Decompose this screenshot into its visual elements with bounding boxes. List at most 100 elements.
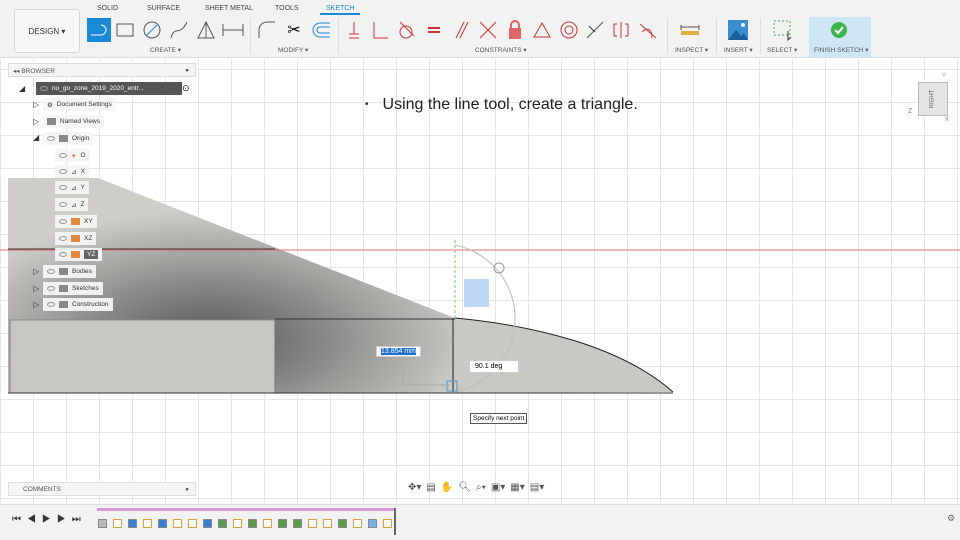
play-icon[interactable]: ▶: [42, 514, 57, 525]
eye-icon[interactable]: [59, 153, 67, 158]
origin-axis-x[interactable]: ⊿ X: [55, 165, 89, 178]
grid-icon[interactable]: ▦▾: [510, 482, 524, 493]
display-settings-icon[interactable]: ▣▾: [491, 482, 505, 493]
folder-icon: [59, 135, 68, 142]
timeline-fillet-icon[interactable]: [218, 519, 227, 528]
origin-plane-xy[interactable]: XY: [55, 215, 97, 228]
expand-icon[interactable]: ▷: [33, 117, 39, 126]
viewports-icon[interactable]: ▤▾: [530, 482, 544, 493]
add-comment-icon[interactable]: ●: [185, 486, 189, 493]
axis-y-label: Y: [942, 73, 947, 79]
origin-axis-y[interactable]: ⊿ Y: [55, 181, 89, 194]
browser-root-node[interactable]: no_go_zone_2019_2020_entr...: [36, 82, 182, 95]
comments-panel[interactable]: COMMENTS ●: [8, 482, 196, 496]
folder-icon: [59, 301, 68, 308]
eye-icon[interactable]: [59, 185, 67, 190]
folder-icon: [59, 285, 68, 292]
browser-item-sketches[interactable]: Sketches: [43, 282, 103, 295]
activate-radio-icon[interactable]: ⊙: [182, 83, 190, 94]
timeline-sketch-icon[interactable]: [113, 519, 122, 528]
eye-icon[interactable]: [47, 136, 55, 141]
plane-icon: [71, 218, 80, 225]
browser-item-bodies[interactable]: Bodies: [43, 265, 96, 278]
look-at-icon[interactable]: ▤: [426, 482, 435, 493]
expand-root-icon[interactable]: ◢: [19, 84, 25, 93]
expand-icon[interactable]: ▷: [33, 300, 39, 309]
browser-item-named-views[interactable]: Named Views: [43, 115, 104, 128]
timeline-sketch-icon[interactable]: [353, 519, 362, 528]
navigation-bar: ✥▾ ▤ ✋ 🔍︎ ⌕▾ ▣▾ ▦▾ ▤▾: [408, 482, 544, 493]
eye-icon[interactable]: [40, 86, 48, 91]
viewcube-face-right[interactable]: RIGHT: [929, 90, 935, 109]
origin-point-icon: ✦: [71, 152, 77, 160]
timeline-body-icon[interactable]: [98, 519, 107, 528]
timeline-settings-icon[interactable]: ⚙: [947, 513, 955, 524]
go-to-end-icon[interactable]: ⏭: [72, 514, 87, 525]
folder-icon: [59, 268, 68, 275]
eye-icon[interactable]: [47, 286, 55, 291]
timeline-sketch-icon[interactable]: [263, 519, 272, 528]
slide-bullet: • Using the line tool, create a triangle.: [365, 96, 638, 113]
browser-item-origin[interactable]: Origin: [43, 132, 94, 145]
browser-item-document-settings[interactable]: ⚙ Document Settings: [43, 98, 116, 111]
step-back-icon[interactable]: ◀: [27, 514, 42, 525]
plane-icon: [71, 251, 80, 258]
timeline-range-bar: [97, 508, 395, 511]
timeline-sketch-icon[interactable]: [383, 519, 392, 528]
expand-icon[interactable]: ▷: [33, 267, 39, 276]
expand-icon[interactable]: ▷: [33, 284, 39, 293]
browser-title: BROWSER: [21, 68, 55, 75]
comments-title: COMMENTS: [23, 486, 61, 493]
folder-icon: [47, 118, 56, 125]
origin-axis-z[interactable]: ⊿ Z: [55, 198, 89, 211]
origin-plane-yz[interactable]: YZ: [55, 248, 103, 261]
timeline-fillet-icon[interactable]: [248, 519, 257, 528]
timeline-extrude-icon[interactable]: [203, 519, 212, 528]
browser-panel-header[interactable]: ◂◂ BROWSER ●: [8, 63, 196, 77]
zoom-icon[interactable]: 🔍︎: [458, 482, 471, 493]
timeline-sketch-icon[interactable]: [323, 519, 332, 528]
eye-icon[interactable]: [59, 202, 67, 207]
timeline-sketch-icon[interactable]: [233, 519, 242, 528]
eye-icon[interactable]: [59, 169, 67, 174]
axis-icon: ⊿: [71, 168, 77, 176]
axis-icon: ⊿: [71, 201, 77, 209]
timeline: ⏮◀▶▶⏭: [0, 504, 960, 540]
eye-icon[interactable]: [47, 302, 55, 307]
pin-icon[interactable]: ●: [185, 67, 189, 74]
tooltip: Specify next point: [470, 413, 528, 424]
timeline-sketch-icon[interactable]: [188, 519, 197, 528]
fit-icon[interactable]: ⌕▾: [476, 482, 486, 493]
expand-icon[interactable]: ▷: [33, 100, 39, 109]
step-forward-icon[interactable]: ▶: [57, 514, 72, 525]
eye-icon[interactable]: [47, 269, 55, 274]
timeline-fillet-icon[interactable]: [338, 519, 347, 528]
go-to-start-icon[interactable]: ⏮: [12, 514, 27, 525]
collapse-origin-icon[interactable]: ◢: [33, 133, 39, 142]
timeline-sketch-icon[interactable]: [173, 519, 182, 528]
plane-icon: [71, 235, 80, 242]
angle-input[interactable]: 90.1 deg: [469, 360, 519, 373]
axis-x-label: X: [945, 117, 950, 123]
timeline-sketch-icon[interactable]: [143, 519, 152, 528]
eye-icon[interactable]: [59, 219, 67, 224]
model-geometry: [0, 178, 960, 394]
viewcube[interactable]: RIGHT: [918, 82, 948, 116]
timeline-extrude-icon[interactable]: [128, 519, 137, 528]
eye-icon[interactable]: [59, 252, 67, 257]
origin-plane-xz[interactable]: XZ: [55, 232, 97, 245]
pan-icon[interactable]: ✋: [441, 482, 453, 493]
axis-z-label: Z: [908, 108, 913, 115]
origin-point-o[interactable]: ✦ O: [55, 149, 90, 162]
timeline-shell-icon[interactable]: [368, 519, 377, 528]
timeline-features: [98, 515, 398, 533]
timeline-fillet-icon[interactable]: [293, 519, 302, 528]
length-input[interactable]: 13.854 mm: [376, 346, 422, 357]
browser-item-construction[interactable]: Construction: [43, 298, 113, 311]
timeline-fillet-icon[interactable]: [278, 519, 287, 528]
timeline-extrude-icon[interactable]: [158, 519, 167, 528]
eye-icon[interactable]: [59, 236, 67, 241]
orbit-icon[interactable]: ✥▾: [408, 482, 421, 493]
timeline-sketch-icon[interactable]: [308, 519, 317, 528]
gear-icon: ⚙: [47, 101, 53, 109]
